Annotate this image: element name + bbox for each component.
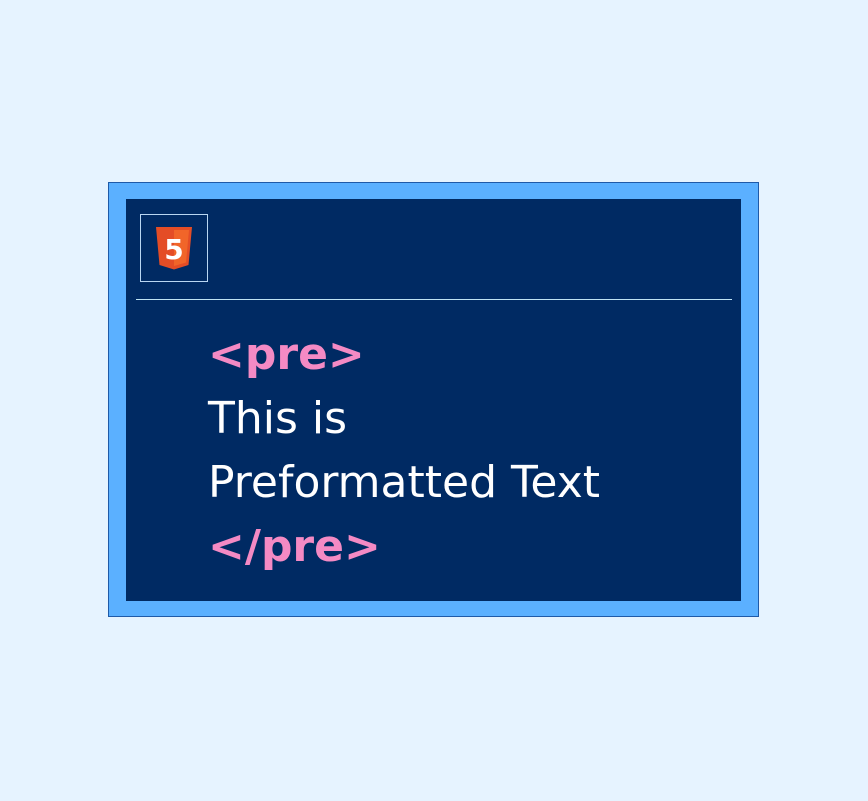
open-tag: <pre> xyxy=(208,329,365,380)
html5-glyph: 5 xyxy=(164,233,183,266)
html5-logo-box: 5 xyxy=(140,214,208,282)
text-line-1: This is xyxy=(208,393,348,444)
text-line-2: Preformatted Text xyxy=(208,457,600,508)
divider xyxy=(136,299,732,300)
html5-icon: 5 xyxy=(156,227,192,270)
illustration-canvas: 5 <pre> This is Preformatted Text </pre> xyxy=(0,0,868,801)
frame: 5 <pre> This is Preformatted Text </pre> xyxy=(108,182,759,617)
close-tag: </pre> xyxy=(208,521,381,572)
code-block: <pre> This is Preformatted Text </pre> xyxy=(208,323,600,579)
code-panel: 5 <pre> This is Preformatted Text </pre> xyxy=(126,199,741,601)
